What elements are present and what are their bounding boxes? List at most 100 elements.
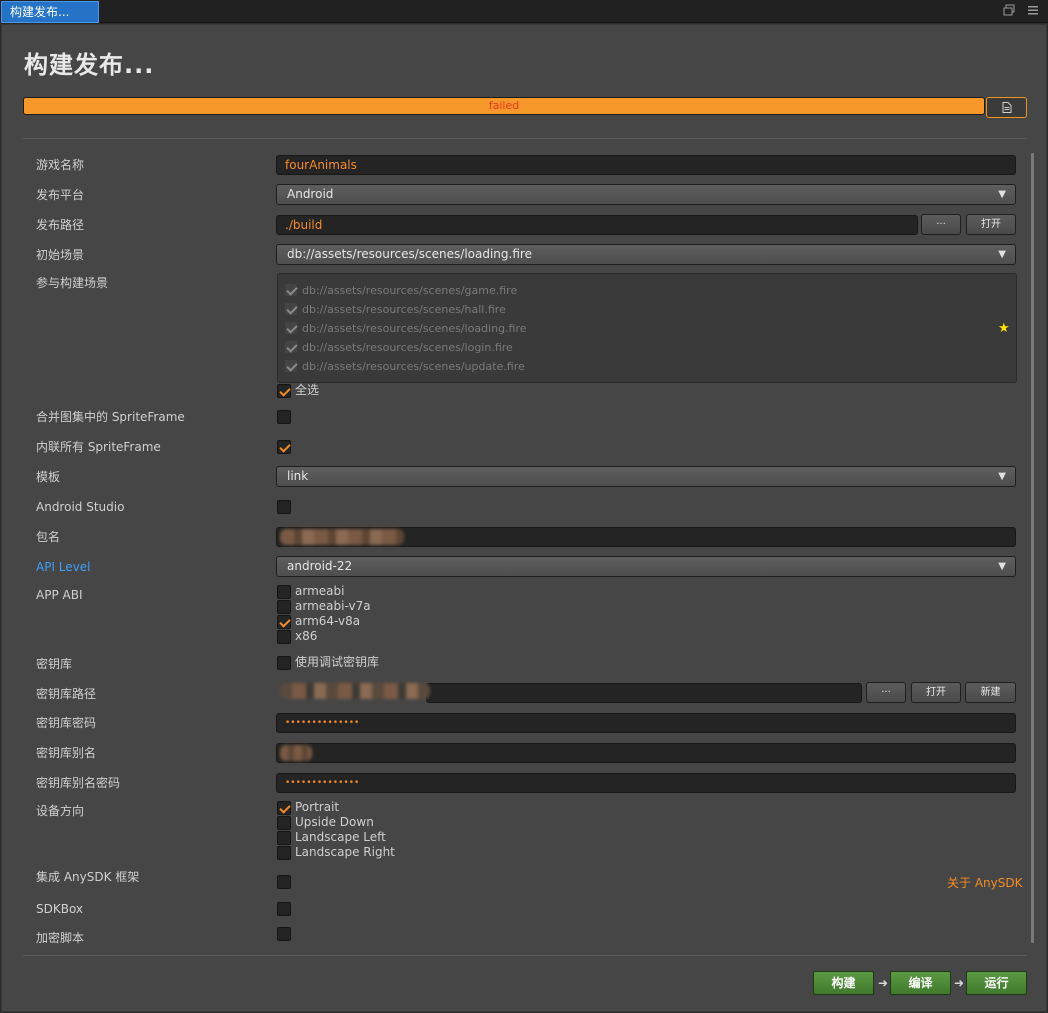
scene-path: db://assets/resources/scenes/login.fire [302, 340, 513, 354]
divider-bottom [23, 955, 1027, 956]
keystore-path-input[interactable] [426, 683, 862, 703]
orientation-option-label: Landscape Left [295, 830, 386, 844]
api-level-select[interactable]: android-22 ▼ [276, 556, 1016, 577]
select-all-row[interactable]: 全选 [277, 383, 319, 398]
orientation-option[interactable]: Upside Down [277, 815, 374, 830]
debug-keystore-label: 使用调试密钥库 [295, 655, 380, 669]
keystore-open-button[interactable]: 打开 [911, 682, 961, 703]
build-path-browse-button[interactable]: ··· [921, 214, 961, 235]
window-tabbar: 构建发布... [0, 0, 1048, 23]
abi-checkbox-armeabi[interactable] [277, 584, 291, 599]
dropdown-arrow-icon: ▼ [998, 249, 1006, 260]
keystore-label: 密钥库 [36, 657, 73, 671]
scene-path: db://assets/resources/scenes/game.fire [302, 283, 518, 297]
orientation-checkbox-upside-down[interactable] [277, 815, 291, 830]
anysdk-checkbox[interactable] [277, 875, 291, 889]
alias-password-input[interactable]: •••••••••••••• [276, 773, 1016, 793]
android-studio-checkbox[interactable] [277, 500, 291, 514]
scene-checkbox[interactable] [284, 302, 298, 316]
redacted-alias [280, 745, 312, 761]
scrollbar[interactable] [1031, 153, 1034, 943]
android-studio-label: Android Studio [36, 500, 125, 514]
list-item[interactable]: db://assets/resources/scenes/login.fire [284, 339, 513, 355]
abi-checkbox-arm64-v8a[interactable] [277, 614, 291, 629]
template-label: 模板 [36, 470, 61, 484]
encrypt-checkbox[interactable] [277, 927, 291, 941]
open-log-button[interactable] [986, 97, 1027, 118]
build-path-input[interactable]: ./build [276, 215, 918, 235]
orientation-option[interactable]: Landscape Left [277, 830, 386, 845]
redacted-keystore-path [280, 683, 430, 699]
scene-checkbox[interactable] [284, 283, 298, 297]
scene-checkbox[interactable] [284, 340, 298, 354]
star-icon: ★ [998, 321, 1010, 336]
list-item[interactable]: db://assets/resources/scenes/game.fire [284, 282, 517, 298]
compile-button[interactable]: 编译 [890, 971, 951, 995]
abi-checkbox-x86[interactable] [277, 629, 291, 644]
scene-path: db://assets/resources/scenes/hall.fire [302, 302, 506, 316]
start-scene-label: 初始场景 [36, 248, 85, 262]
orientation-checkbox-landscape-left[interactable] [277, 830, 291, 845]
abi-option[interactable]: armeabi [277, 584, 344, 599]
redacted-package-name [280, 529, 404, 545]
keystore-password-input[interactable]: •••••••••••••• [276, 713, 1016, 733]
hamburger-menu-icon[interactable] [1026, 4, 1040, 18]
api-level-label: API Level [36, 560, 91, 574]
dropdown-arrow-icon: ▼ [998, 189, 1006, 200]
scene-path: db://assets/resources/scenes/loading.fir… [302, 321, 527, 335]
game-name-input[interactable]: fourAnimals [276, 155, 1016, 175]
debug-keystore-row[interactable]: 使用调试密钥库 [277, 655, 379, 670]
select-all-checkbox[interactable] [277, 383, 291, 398]
run-button[interactable]: 运行 [966, 971, 1027, 995]
list-item[interactable]: db://assets/resources/scenes/hall.fire [284, 301, 506, 317]
dropdown-arrow-icon: ▼ [998, 561, 1006, 572]
abi-option[interactable]: x86 [277, 629, 317, 644]
restore-window-icon[interactable] [1002, 4, 1016, 18]
build-panel: 构建发布... failed 游戏名称 fourAnimals 发布平台 And… [1, 24, 1047, 1012]
template-value: link [287, 469, 309, 483]
template-select[interactable]: link ▼ [276, 466, 1016, 487]
tabbar-icons [1002, 4, 1040, 18]
abi-option[interactable]: arm64-v8a [277, 614, 360, 629]
abi-checkbox-armeabi-v7a[interactable] [277, 599, 291, 614]
list-item[interactable]: db://assets/resources/scenes/loading.fir… [284, 320, 527, 336]
step-arrow-icon: ➜ [878, 976, 889, 990]
scene-checkbox[interactable] [284, 359, 298, 373]
about-anysdk-link[interactable]: 关于 AnySDK [947, 874, 1022, 891]
tab-build-publish[interactable]: 构建发布... [1, 1, 99, 23]
keystore-path-label: 密钥库路径 [36, 687, 97, 701]
list-item[interactable]: db://assets/resources/scenes/update.fire [284, 358, 525, 374]
orientation-option[interactable]: Landscape Right [277, 845, 395, 860]
abi-option-label: arm64-v8a [295, 614, 361, 628]
merge-sprite-label: 合并图集中的 SpriteFrame [36, 410, 185, 424]
orientation-option-label: Portrait [295, 800, 340, 814]
keystore-alias-input[interactable] [276, 743, 1016, 763]
keystore-browse-button[interactable]: ··· [866, 682, 906, 703]
abi-option[interactable]: armeabi-v7a [277, 599, 371, 614]
game-name-label: 游戏名称 [36, 158, 85, 172]
build-path-open-button[interactable]: 打开 [966, 214, 1016, 235]
scene-checkbox[interactable] [284, 321, 298, 335]
divider-top [23, 138, 1027, 139]
sdkbox-label: SDKBox [36, 902, 84, 916]
scene-path: db://assets/resources/scenes/update.fire [302, 359, 525, 373]
start-scene-select[interactable]: db://assets/resources/scenes/loading.fir… [276, 244, 1016, 265]
keystore-alias-label: 密钥库别名 [36, 746, 97, 760]
orientation-checkbox-landscape-right[interactable] [277, 845, 291, 860]
debug-keystore-checkbox[interactable] [277, 655, 291, 670]
orientation-label: 设备方向 [36, 804, 85, 818]
alias-password-label: 密钥库别名密码 [36, 776, 121, 790]
inline-sprite-checkbox[interactable] [277, 440, 291, 454]
orientation-option[interactable]: Portrait [277, 800, 339, 815]
build-progress-bar: failed [23, 97, 985, 115]
merge-sprite-checkbox[interactable] [277, 410, 291, 424]
keystore-new-button[interactable]: 新建 [965, 682, 1016, 703]
orientation-checkbox-portrait[interactable] [277, 800, 291, 815]
dropdown-arrow-icon: ▼ [998, 471, 1006, 482]
anysdk-label: 集成 AnySDK 框架 [36, 870, 140, 884]
build-button[interactable]: 构建 [813, 971, 874, 995]
platform-select[interactable]: Android ▼ [276, 184, 1016, 205]
sdkbox-checkbox[interactable] [277, 902, 291, 916]
abi-option-label: armeabi [295, 584, 345, 598]
platform-value: Android [287, 187, 334, 201]
